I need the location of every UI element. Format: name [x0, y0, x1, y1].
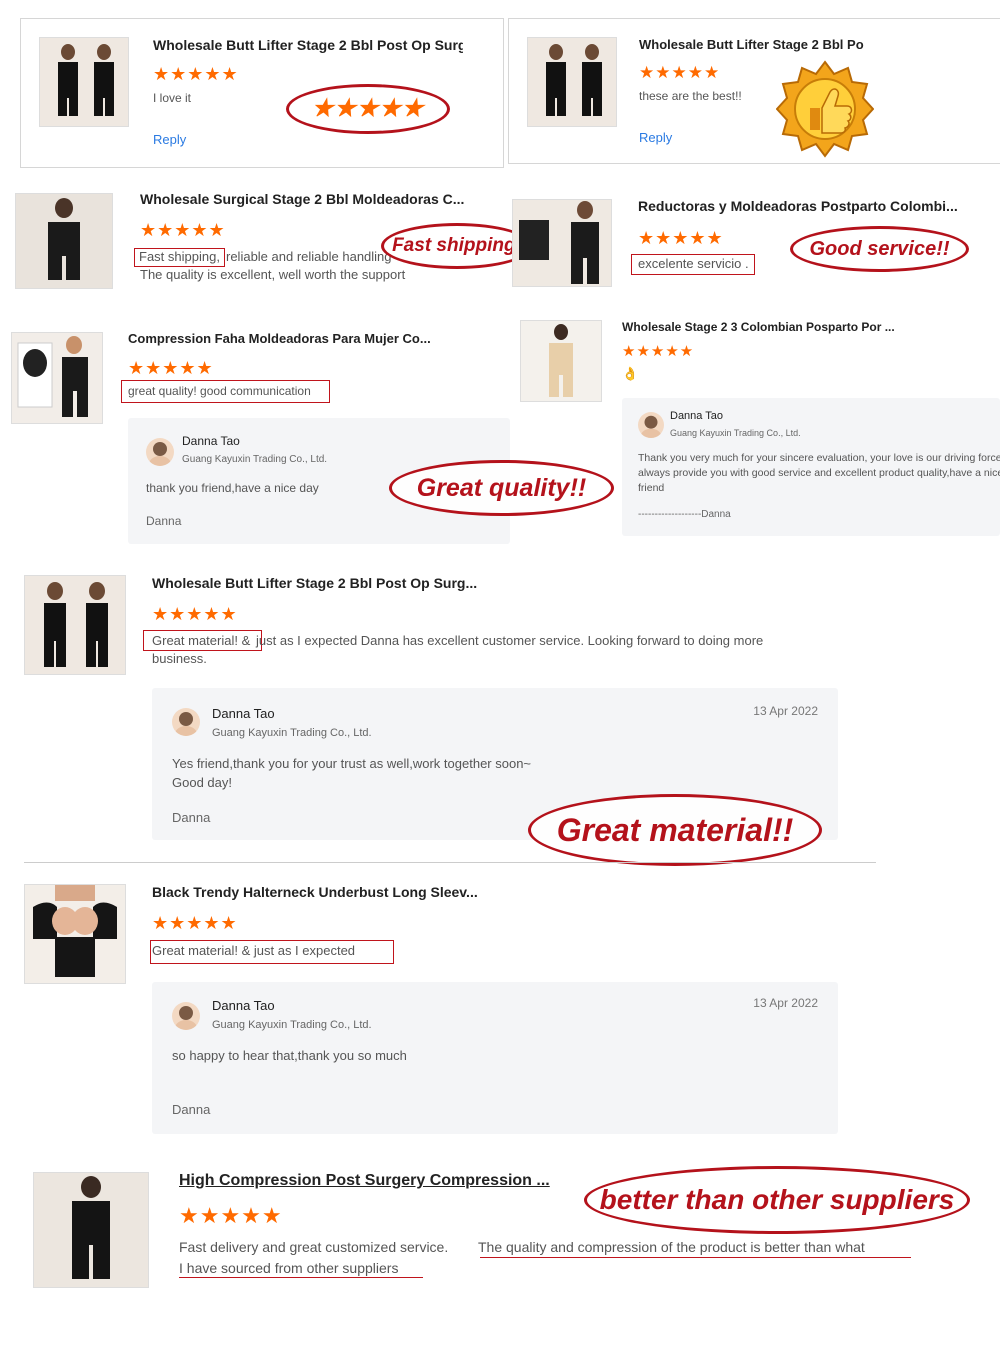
- callout-stars: ★★★★★: [311, 95, 425, 122]
- seller-company: Guang Kayuxin Trading Co., Ltd.: [182, 454, 328, 465]
- product-thumbnail[interactable]: [11, 332, 103, 424]
- review-text-emphasis: The quality and compression of the produ…: [478, 1239, 865, 1255]
- seller-avatar: [172, 708, 200, 736]
- review-text: Fast delivery and great customized servi…: [179, 1239, 449, 1255]
- review-text: I love it: [153, 91, 192, 105]
- callout-great-material: Great material!!: [528, 794, 822, 866]
- reply-text: so happy to hear that,thank you so much: [172, 1048, 407, 1063]
- highlight-box: [150, 940, 394, 964]
- review-product-title[interactable]: Wholesale Butt Lifter Stage 2 Bbl Po: [639, 37, 869, 52]
- seller-name: Danna Tao: [182, 434, 240, 448]
- reply-link[interactable]: Reply: [639, 130, 672, 145]
- seller-name: Danna Tao: [212, 706, 275, 721]
- product-thumbnail[interactable]: [39, 37, 129, 127]
- product-thumbnail[interactable]: [512, 199, 612, 287]
- rating-stars: ★★★★★: [140, 220, 226, 240]
- callout-good-service: Good service!!: [790, 226, 969, 272]
- review-product-title[interactable]: Compression Faha Moldeadoras Para Mujer …: [128, 331, 458, 346]
- reply-signature: Danna: [146, 514, 182, 528]
- rating-stars: ★★★★★: [638, 228, 724, 248]
- product-thumbnail[interactable]: [24, 575, 126, 675]
- emphasis-underline: [480, 1257, 911, 1258]
- review-product-title[interactable]: Wholesale Surgical Stage 2 Bbl Moldeador…: [140, 191, 480, 207]
- rating-stars: ★★★★★: [639, 63, 721, 82]
- seller-company: Guang Kayuxin Trading Co., Ltd.: [670, 428, 801, 438]
- product-thumbnail[interactable]: [33, 1172, 149, 1288]
- review-product-title[interactable]: Reductoras y Moldeadoras Postparto Colom…: [638, 198, 968, 214]
- reply-date: 13 Apr 2022: [753, 996, 818, 1010]
- reply-text: Yes friend,thank you for your trust as w…: [172, 756, 532, 771]
- product-thumbnail[interactable]: [527, 37, 617, 127]
- highlight-box: [121, 380, 330, 403]
- highlight-box: [631, 254, 755, 275]
- emphasis-underline: [179, 1277, 423, 1278]
- seller-company: Guang Kayuxin Trading Co., Ltd.: [212, 1019, 372, 1031]
- review-product-title[interactable]: Wholesale Butt Lifter Stage 2 Bbl Post O…: [152, 575, 492, 591]
- seller-reply-card: Danna Tao Guang Kayuxin Trading Co., Ltd…: [622, 398, 1000, 536]
- rating-stars: ★★★★★: [152, 913, 238, 933]
- rating-stars: ★★★★★: [622, 343, 695, 360]
- callout-fast-shipping-text: Fast shipping!: [392, 235, 522, 256]
- seller-company: Guang Kayuxin Trading Co., Ltd.: [212, 727, 372, 739]
- seller-name: Danna Tao: [670, 410, 724, 422]
- review-product-title[interactable]: High Compression Post Surgery Compressio…: [179, 1172, 569, 1190]
- callout-fast-shipping: Fast shipping!: [381, 223, 533, 269]
- review-text-line2: The quality is excellent, well worth the…: [140, 267, 406, 282]
- reply-text: Thank you very much for your sincere eva…: [638, 452, 1000, 494]
- seller-avatar: [146, 438, 174, 466]
- callout-good-service-text: Good service!!: [809, 237, 950, 260]
- review-text-line2: I have sourced from other suppliers: [179, 1260, 399, 1276]
- review-product-title[interactable]: Wholesale Butt Lifter Stage 2 Bbl Post O…: [153, 37, 463, 53]
- divider: [24, 862, 876, 863]
- reply-text: thank you friend,have a nice day: [146, 481, 319, 495]
- reply-link[interactable]: Reply: [153, 132, 186, 147]
- product-thumbnail[interactable]: [520, 320, 602, 402]
- reply-text-line2: Good day!: [172, 775, 232, 790]
- rating-stars: ★★★★★: [128, 358, 214, 378]
- reply-signature: Danna: [172, 810, 211, 825]
- review-product-title[interactable]: Wholesale Stage 2 3 Colombian Posparto P…: [622, 320, 902, 334]
- callout-great-quality: Great quality!!: [389, 460, 614, 516]
- review-text: these are the best!!: [639, 89, 742, 103]
- reply-signature: -------------------Danna: [638, 509, 731, 520]
- rating-stars: ★★★★★: [179, 1203, 283, 1228]
- reply-date: 13 Apr 2022: [753, 704, 818, 718]
- highlight-box: [143, 630, 262, 651]
- product-thumbnail[interactable]: [24, 884, 126, 984]
- review-card: Wholesale Butt Lifter Stage 2 Bbl Po ★★★…: [508, 18, 1000, 164]
- callout-better-text: better than other suppliers: [599, 1184, 955, 1215]
- callout-better-than-others: better than other suppliers: [584, 1166, 970, 1234]
- review-emoji: 👌: [622, 366, 639, 381]
- seller-reply-card: Danna Tao Guang Kayuxin Trading Co., Ltd…: [152, 982, 838, 1134]
- product-thumbnail[interactable]: [15, 193, 113, 289]
- thumbs-up-badge-icon: [775, 60, 875, 158]
- highlight-box: [134, 248, 225, 267]
- stars-callout: ★★★★★: [286, 84, 450, 134]
- review-text-line2: business.: [152, 651, 207, 666]
- seller-avatar: [172, 1002, 200, 1030]
- rating-stars: ★★★★★: [153, 64, 239, 84]
- seller-avatar: [638, 412, 664, 438]
- callout-great-material-text: Great material!!: [556, 811, 794, 848]
- callout-great-quality-text: Great quality!!: [416, 473, 587, 502]
- review-text: reliable and reliable handling: [226, 249, 392, 264]
- review-text: just as I expected Danna has excellent c…: [256, 633, 764, 648]
- rating-stars: ★★★★★: [152, 604, 238, 624]
- review-product-title[interactable]: Black Trendy Halterneck Underbust Long S…: [152, 884, 492, 900]
- reply-signature: Danna: [172, 1102, 211, 1117]
- seller-name: Danna Tao: [212, 998, 275, 1013]
